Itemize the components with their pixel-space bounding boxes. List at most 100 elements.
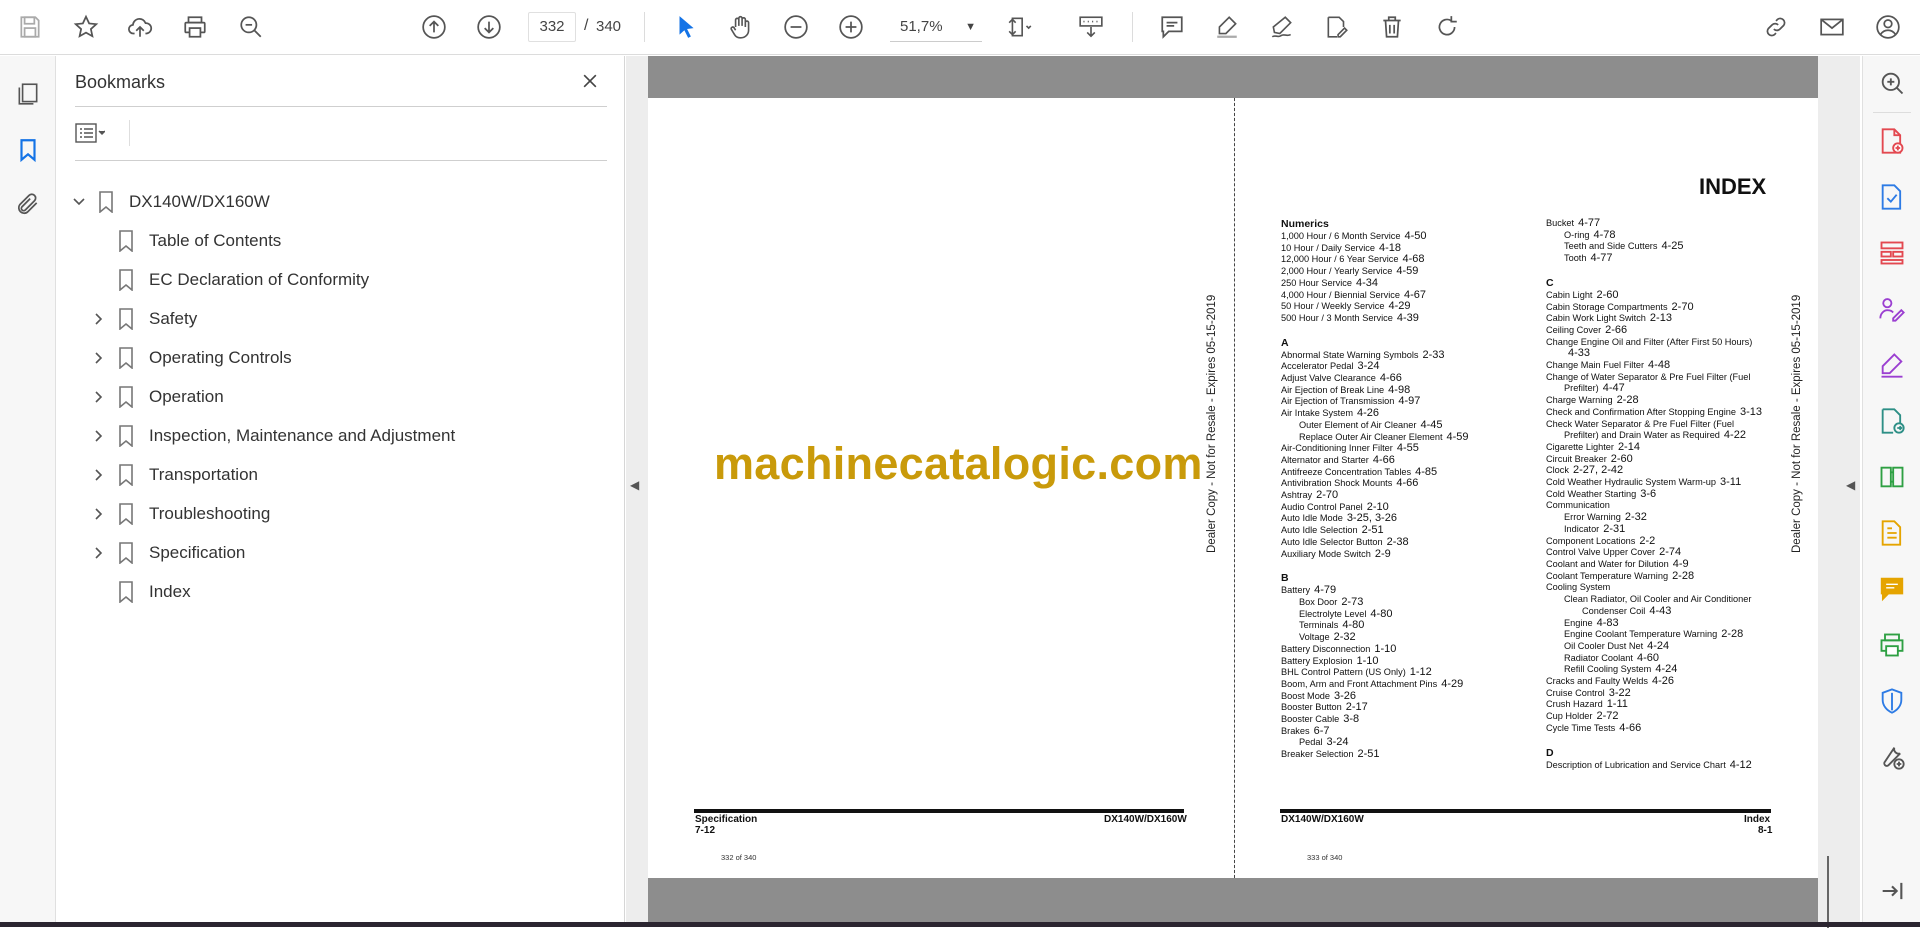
expand-panel-icon[interactable]: [1875, 874, 1909, 908]
chevron-right-icon[interactable]: [89, 504, 109, 524]
send-for-review-icon[interactable]: [1875, 404, 1909, 438]
index-page-ref[interactable]: 4-59: [1447, 431, 1469, 443]
collapse-left-panel-icon[interactable]: ◀: [630, 478, 639, 492]
index-page-ref[interactable]: 3-24: [1358, 360, 1380, 372]
bookmark-item-index[interactable]: Index: [89, 576, 191, 608]
index-page-ref[interactable]: 4-50: [1405, 230, 1427, 242]
star-icon[interactable]: [68, 9, 104, 45]
index-page-ref[interactable]: 4-55: [1397, 442, 1419, 454]
index-page-ref[interactable]: 2-10: [1367, 501, 1389, 513]
index-page-ref[interactable]: 4-48: [1648, 359, 1670, 371]
index-page-ref[interactable]: 2-14: [1618, 441, 1640, 453]
chevron-right-icon[interactable]: [89, 465, 109, 485]
index-page-ref[interactable]: 4-97: [1398, 395, 1420, 408]
bookmark-item-transportation[interactable]: Transportation: [89, 459, 258, 491]
zoom-out-icon[interactable]: [778, 9, 814, 45]
index-page-ref[interactable]: 4-22: [1724, 429, 1746, 441]
index-page-ref[interactable]: 2-33: [1423, 349, 1445, 361]
index-page-ref[interactable]: 4-60: [1637, 652, 1659, 664]
index-page-ref[interactable]: 2-28: [1617, 394, 1639, 406]
comment-icon[interactable]: [1154, 9, 1190, 45]
hand-icon[interactable]: [723, 9, 759, 45]
chevron-right-icon[interactable]: [89, 387, 109, 407]
index-page-ref[interactable]: 1-10: [1357, 655, 1379, 667]
zoom-select[interactable]: 51,7% ▼: [890, 12, 982, 42]
index-page-ref[interactable]: 2-73: [1341, 596, 1363, 608]
index-page-ref[interactable]: 6-7: [1314, 725, 1330, 737]
print-icon[interactable]: [177, 9, 213, 45]
upload-icon[interactable]: [122, 9, 158, 45]
scan-ocr-icon[interactable]: [1875, 516, 1909, 550]
page-thumbnails-icon[interactable]: [10, 76, 46, 112]
print-production-icon[interactable]: [1875, 628, 1909, 662]
page-up-icon[interactable]: [416, 9, 452, 45]
email-icon[interactable]: [1814, 9, 1850, 45]
index-page-ref[interactable]: 4-33: [1568, 347, 1590, 359]
select-cursor-icon[interactable]: [668, 9, 704, 45]
index-page-ref[interactable]: 3-24: [1327, 736, 1349, 749]
index-page-ref[interactable]: 3-6: [1640, 488, 1656, 500]
index-page-ref[interactable]: 1-10: [1374, 643, 1396, 655]
index-page-ref[interactable]: 4-12: [1730, 759, 1752, 771]
index-page-ref[interactable]: 2-74: [1659, 546, 1681, 558]
bookmark-item-troubleshooting[interactable]: Troubleshooting: [89, 498, 270, 530]
page-number-input[interactable]: 332: [528, 12, 576, 42]
highlight-icon[interactable]: [1209, 9, 1245, 45]
create-pdf-icon[interactable]: [1875, 124, 1909, 158]
chevron-right-icon[interactable]: [89, 543, 109, 563]
index-page-ref[interactable]: 3-26: [1334, 690, 1356, 702]
index-page-ref[interactable]: 2-70: [1672, 301, 1694, 313]
index-page-ref[interactable]: 4-39: [1397, 312, 1419, 324]
index-page-ref[interactable]: 2-32: [1625, 511, 1647, 523]
index-page-ref[interactable]: 2-2: [1639, 535, 1655, 547]
index-page-ref[interactable]: 4-26: [1357, 407, 1379, 419]
export-pdf-icon[interactable]: [1875, 180, 1909, 214]
comment-tool-icon[interactable]: [1875, 572, 1909, 606]
index-page-ref[interactable]: 2-60: [1596, 289, 1618, 301]
scrollbar-thumb[interactable]: [1827, 856, 1829, 928]
index-page-ref[interactable]: 4-66: [1380, 372, 1402, 384]
index-page-ref[interactable]: 4-9: [1673, 558, 1689, 570]
index-page-ref[interactable]: 2-51: [1362, 524, 1384, 536]
chevron-down-icon[interactable]: [69, 192, 89, 212]
index-page-ref[interactable]: 2-70: [1316, 489, 1338, 501]
index-page-ref[interactable]: 2-72: [1596, 710, 1618, 722]
bookmark-item-inspection[interactable]: Inspection, Maintenance and Adjustment: [89, 420, 455, 452]
index-page-ref[interactable]: 3-22: [1609, 687, 1631, 699]
page-down-icon[interactable]: [471, 9, 507, 45]
index-page-ref[interactable]: 4-29: [1389, 300, 1411, 312]
zoom-in-icon[interactable]: [833, 9, 869, 45]
vertical-scrollbar[interactable]: [1822, 56, 1836, 928]
index-page-ref[interactable]: 4-77: [1590, 252, 1612, 264]
bookmark-options-button[interactable]: [75, 118, 123, 148]
index-page-ref[interactable]: 4-78: [1594, 229, 1616, 241]
chevron-right-icon[interactable]: [89, 348, 109, 368]
index-page-ref[interactable]: 4-25: [1661, 240, 1683, 253]
compare-files-icon[interactable]: [1875, 460, 1909, 494]
index-page-ref[interactable]: 3-25, 3-26: [1347, 512, 1397, 525]
index-page-ref[interactable]: 2-51: [1358, 748, 1380, 760]
index-page-ref[interactable]: 1-11: [1607, 698, 1628, 711]
index-page-ref[interactable]: 4-24: [1647, 640, 1669, 652]
index-page-ref[interactable]: 4-47: [1603, 382, 1625, 395]
index-page-ref[interactable]: 4-77: [1578, 217, 1600, 229]
index-page-ref[interactable]: 2-27, 2-42: [1573, 464, 1623, 477]
index-page-ref[interactable]: 3-11: [1720, 476, 1741, 488]
bookmark-item-specification[interactable]: Specification: [89, 537, 245, 569]
index-page-ref[interactable]: 4-80: [1370, 608, 1392, 620]
index-page-ref[interactable]: 2-60: [1611, 453, 1633, 465]
fit-page-icon[interactable]: [1002, 9, 1038, 45]
index-page-ref[interactable]: 2-66: [1605, 324, 1627, 336]
close-icon[interactable]: [575, 66, 605, 96]
protect-icon[interactable]: [1875, 684, 1909, 718]
index-page-ref[interactable]: 4-59: [1396, 265, 1418, 277]
zoom-magnify-icon[interactable]: [1875, 66, 1909, 100]
index-page-ref[interactable]: 2-13: [1650, 312, 1672, 324]
bookmark-item-table-of-contents[interactable]: Table of Contents: [89, 225, 281, 257]
index-page-ref[interactable]: 4-68: [1402, 253, 1424, 266]
rotate-icon[interactable]: [1429, 9, 1465, 45]
index-page-ref[interactable]: 2-28: [1672, 570, 1694, 582]
edit-pdf-icon[interactable]: [1319, 9, 1355, 45]
account-icon[interactable]: [1870, 9, 1906, 45]
scroll-mode-icon[interactable]: [1073, 9, 1109, 45]
